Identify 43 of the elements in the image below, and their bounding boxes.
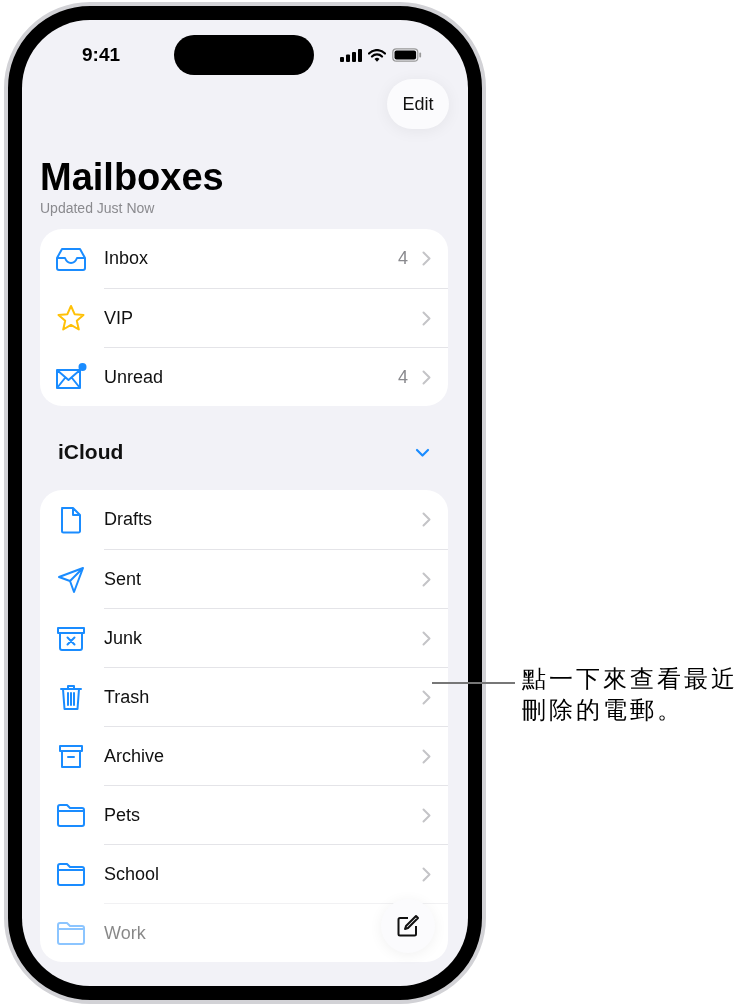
unread-count: 4 (398, 366, 408, 388)
folder-row[interactable]: Drafts (40, 490, 448, 549)
mailbox-row[interactable]: Unread 4 (40, 347, 448, 406)
folder-name: Sent (104, 568, 142, 590)
folder-row[interactable]: Archive (40, 726, 448, 785)
callout-text: 點一下來查看最近刪除的電郵。 (522, 664, 739, 726)
wifi-icon (368, 48, 386, 62)
chevron-icon (422, 748, 431, 764)
folder-row[interactable]: Trash (40, 667, 448, 726)
envelope-icon (55, 361, 87, 392)
mailbox-row[interactable]: Inbox 4 (40, 229, 448, 288)
chevron-icon (422, 571, 431, 587)
star-icon (55, 302, 87, 333)
folder-row[interactable]: Junk (40, 608, 448, 667)
folder-name: Work (104, 922, 146, 944)
folder-name: Junk (104, 627, 143, 649)
chevron-icon (422, 512, 431, 527)
mailbox-name: VIP (104, 307, 133, 329)
battery-icon (392, 48, 422, 62)
folder-name: Pets (104, 804, 141, 826)
chevron-icon (422, 630, 431, 646)
folder-name: Drafts (104, 509, 152, 530)
folder-name: School (104, 863, 160, 885)
mailbox-row[interactable]: VIP (40, 288, 448, 347)
mailbox-name: Unread (104, 366, 164, 388)
mailbox-name: Inbox (104, 248, 149, 269)
section-header: iCloud (58, 440, 124, 464)
chevron-icon (422, 689, 431, 705)
chevron-icon (422, 310, 431, 326)
folder-row[interactable]: Sent (40, 549, 448, 608)
chevron-icon (422, 866, 431, 882)
update-status: Updated Just Now (40, 199, 156, 217)
page-title: Mailboxes (40, 155, 225, 199)
unread-count: 4 (398, 248, 408, 269)
folder-name: Trash (104, 686, 150, 708)
chevron-icon (422, 369, 431, 385)
edit-button[interactable]: Edit (387, 79, 449, 129)
folder-name: Archive (104, 745, 165, 767)
signal-icon (340, 48, 362, 62)
status-time: 9:41 (81, 44, 121, 66)
chevron-icon (422, 807, 431, 823)
chevron-icon (422, 251, 431, 266)
folder-row[interactable]: Pets (40, 785, 448, 844)
